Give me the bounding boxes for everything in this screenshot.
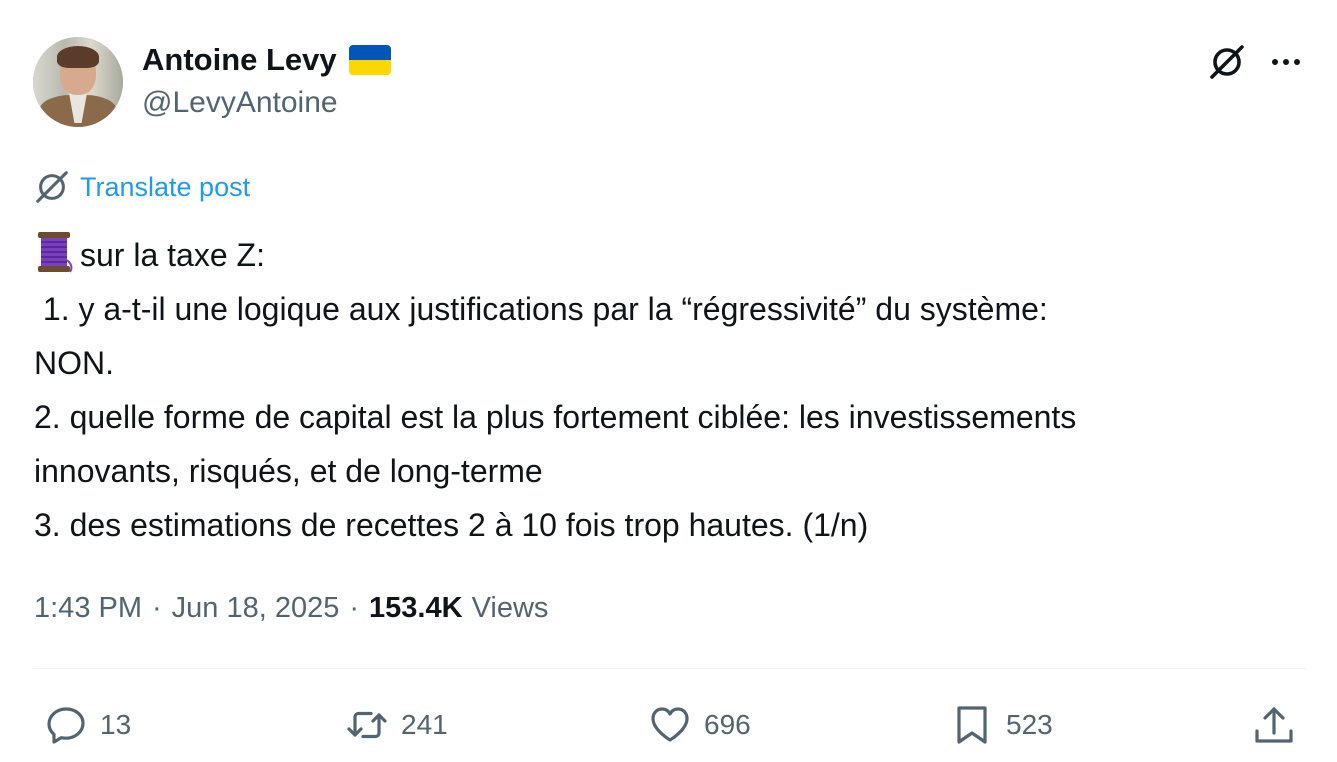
repost-button[interactable]: 241 [345,700,448,750]
tweet-line-text: sur la taxe Z: [80,237,265,273]
tweet-time[interactable]: 1:43 PM [34,592,142,625]
reply-icon [47,707,85,744]
like-count: 696 [704,709,751,740]
tweet-date[interactable]: Jun 18, 2025 [172,592,340,625]
translate-post-button[interactable]: Translate post [33,166,250,208]
reply-count: 13 [100,709,132,740]
tweet-line: innovants, risqués, et de long-terme [34,453,543,489]
bookmark-icon [957,706,987,744]
repost-icon [347,711,387,739]
avatar[interactable] [33,37,123,127]
grok-icon [36,171,68,203]
share-button[interactable] [1252,700,1296,750]
spool-of-thread-icon [34,230,74,274]
tweet-text: sur la taxe Z: 1. y a-t-il une logique a… [34,228,1314,552]
translate-post-label: Translate post [80,171,251,202]
repost-count: 241 [401,709,448,740]
author-handle[interactable]: @LevyAntoine [142,86,338,120]
tweet-line: 1. y a-t-il une logique aux justificatio… [34,291,1048,327]
views-count[interactable]: 153.4K [369,592,463,625]
more-icon[interactable] [1266,42,1306,82]
grok-icon[interactable] [1207,42,1247,82]
heart-icon [651,707,689,742]
tweet-meta: 1:43 PM · Jun 18, 2025 · 153.4K Views [34,586,548,630]
reply-button[interactable]: 13 [44,700,131,750]
meta-separator: · [349,591,360,624]
views-label: Views [471,591,549,624]
tweet-line: sur la taxe Z: [34,228,1314,282]
tweet-line: 3. des estimations de recettes 2 à 10 fo… [34,507,869,543]
bookmark-count: 523 [1006,709,1053,740]
meta-separator: · [152,591,162,624]
like-button[interactable]: 696 [648,700,751,750]
tweet-line: 2. quelle forme de capital est la plus f… [34,399,1077,435]
divider [33,668,1307,669]
author-display-name[interactable]: Antoine Levy [142,42,337,78]
bookmark-button[interactable]: 523 [950,700,1053,750]
tweet-line: NON. [34,345,114,381]
ukraine-flag-icon [348,45,391,75]
share-icon [1255,707,1293,743]
author-name-row: Antoine Levy [142,40,391,80]
